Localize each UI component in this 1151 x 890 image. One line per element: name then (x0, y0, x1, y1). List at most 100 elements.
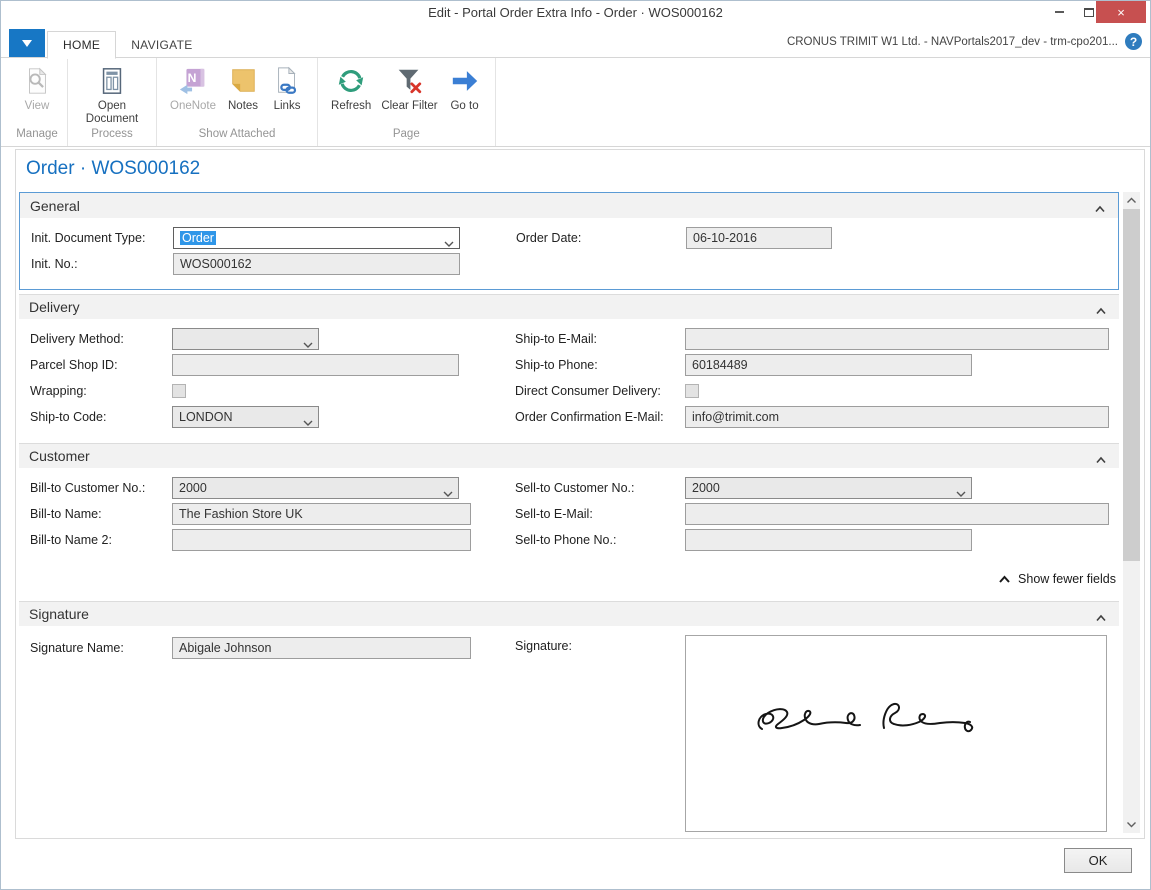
init-document-type-select[interactable]: Order (173, 227, 460, 249)
ship-to-email-field[interactable] (685, 328, 1109, 350)
ribbon-group-process: Open Document Process (68, 58, 157, 146)
company-context-text: CRONUS TRIMIT W1 Ltd. - NAVPortals2017_d… (787, 25, 1118, 58)
order-confirmation-email-field[interactable]: info@trimit.com (685, 406, 1109, 428)
clear-filter-icon (392, 64, 426, 98)
signature-label: Signature: (515, 635, 685, 653)
fasttab-delivery: Delivery Delivery Method: Parcel Sh (19, 294, 1119, 440)
fasttab-signature-title: Signature (29, 606, 89, 622)
bill-to-customer-no-value: 2000 (179, 481, 207, 495)
goto-icon (448, 64, 482, 98)
chevron-down-icon (444, 236, 454, 250)
application-menu-button[interactable] (9, 29, 45, 57)
links-button[interactable]: Links (265, 62, 309, 115)
go-to-button[interactable]: Go to (443, 62, 487, 115)
field-row: Init. Document Type: Order (20, 225, 516, 251)
clear-filter-button[interactable]: Clear Filter (376, 62, 442, 115)
tab-navigate[interactable]: NAVIGATE (116, 31, 207, 59)
go-to-button-label: Go to (450, 100, 478, 113)
tab-home[interactable]: HOME (47, 31, 116, 59)
window-title: Edit - Portal Order Extra Info - Order ·… (1, 5, 1150, 20)
svg-text:N: N (188, 71, 197, 85)
bill-to-name-2-field[interactable] (172, 529, 471, 551)
sell-to-customer-no-value: 2000 (692, 481, 720, 495)
onenote-button[interactable]: N OneNote (165, 62, 221, 115)
sell-to-customer-no-label: Sell-to Customer No.: (515, 481, 685, 495)
parcel-shop-id-label: Parcel Shop ID: (30, 358, 172, 372)
bill-to-name-label: Bill-to Name: (30, 507, 172, 521)
direct-consumer-delivery-checkbox[interactable] (685, 384, 699, 398)
parcel-shop-id-field[interactable] (172, 354, 459, 376)
collapse-chevron-icon[interactable] (1095, 609, 1107, 627)
fasttab-delivery-header[interactable]: Delivery (19, 294, 1119, 319)
open-document-button[interactable]: Open Document (76, 62, 148, 128)
bill-to-name-field[interactable]: The Fashion Store UK (172, 503, 471, 525)
init-no-field[interactable]: WOS000162 (173, 253, 460, 275)
notes-button[interactable]: Notes (221, 62, 265, 115)
onenote-button-label: OneNote (170, 100, 216, 113)
fasttab-customer: Customer Bill-to Customer No.: 2000 (19, 443, 1119, 589)
open-document-button-label: Open Document (81, 100, 143, 126)
fasttab-customer-title: Customer (29, 448, 90, 464)
field-row: Order Confirmation E-Mail: info@trimit.c… (515, 404, 1119, 430)
field-row: Bill-to Customer No.: 2000 (19, 475, 515, 501)
minimize-button[interactable] (1044, 1, 1074, 23)
field-row: Ship-to Phone: 60184489 (515, 352, 1119, 378)
refresh-button[interactable]: Refresh (326, 62, 376, 115)
signature-name-label: Signature Name: (30, 641, 172, 655)
clear-filter-button-label: Clear Filter (381, 100, 437, 113)
wrapping-checkbox[interactable] (172, 384, 186, 398)
notes-button-label: Notes (228, 100, 258, 113)
signature-image (685, 635, 1107, 832)
scrollbar-thumb[interactable] (1123, 209, 1140, 561)
ship-to-phone-field[interactable]: 60184489 (685, 354, 972, 376)
chevron-down-icon (956, 486, 966, 500)
vertical-scrollbar[interactable] (1123, 192, 1140, 833)
bill-to-customer-no-label: Bill-to Customer No.: (30, 481, 172, 495)
ribbon-group-label-show-attached: Show Attached (165, 128, 309, 144)
links-icon (270, 64, 304, 98)
maximize-icon (1084, 8, 1094, 17)
field-row: Delivery Method: (19, 326, 515, 352)
field-row: Ship-to E-Mail: (515, 326, 1119, 352)
view-icon (20, 64, 54, 98)
ribbon-tab-row: HOME NAVIGATE CRONUS TRIMIT W1 Ltd. - NA… (1, 25, 1150, 58)
collapse-chevron-icon[interactable] (1094, 200, 1106, 218)
ribbon-group-label-manage: Manage (15, 128, 59, 144)
fasttab-customer-header[interactable]: Customer (19, 443, 1119, 468)
content-panel: Order · WOS000162 General Init. Document… (15, 149, 1145, 839)
sell-to-customer-no-select[interactable]: 2000 (685, 477, 972, 499)
ship-to-code-select[interactable]: LONDON (172, 406, 319, 428)
scroll-up-icon[interactable] (1123, 192, 1140, 209)
delivery-method-select[interactable] (172, 328, 319, 350)
collapse-chevron-icon[interactable] (1095, 302, 1107, 320)
wrapping-label: Wrapping: (30, 384, 172, 398)
ribbon-group-manage: View Manage (7, 58, 68, 146)
order-date-field[interactable]: 06-10-2016 (686, 227, 832, 249)
fasttab-general-header[interactable]: General (20, 193, 1118, 218)
help-icon[interactable]: ? (1125, 33, 1142, 50)
sell-to-email-field[interactable] (685, 503, 1109, 525)
show-fewer-fields-link[interactable]: Show fewer fields (19, 569, 1119, 589)
fasttab-signature: Signature Signature Name: Abigale Johnso… (19, 601, 1119, 832)
onenote-icon: N (176, 64, 210, 98)
ribbon-tabs: HOME NAVIGATE (47, 31, 208, 59)
close-button[interactable]: × (1096, 1, 1146, 23)
init-no-label: Init. No.: (31, 257, 173, 271)
sell-to-email-label: Sell-to E-Mail: (515, 507, 685, 521)
field-row: Parcel Shop ID: (19, 352, 515, 378)
ribbon-group-page: Refresh Clear Filter Go to Page (318, 58, 496, 146)
fasttab-signature-header[interactable]: Signature (19, 601, 1119, 626)
ok-button[interactable]: OK (1064, 848, 1132, 873)
page-title: Order · WOS000162 (26, 158, 1144, 182)
signature-name-field[interactable]: Abigale Johnson (172, 637, 471, 659)
collapse-chevron-icon[interactable] (1095, 451, 1107, 469)
bill-to-customer-no-select[interactable]: 2000 (172, 477, 459, 499)
ship-to-phone-label: Ship-to Phone: (515, 358, 685, 372)
chevron-down-icon (22, 40, 32, 52)
scroll-down-icon[interactable] (1123, 816, 1140, 833)
ribbon-group-show-attached: N OneNote Notes Links Show Atta (157, 58, 318, 146)
field-row: Wrapping: (19, 378, 515, 404)
view-button[interactable]: View (15, 62, 59, 115)
sell-to-phone-no-field[interactable] (685, 529, 972, 551)
field-row: Bill-to Name: The Fashion Store UK (19, 501, 515, 527)
